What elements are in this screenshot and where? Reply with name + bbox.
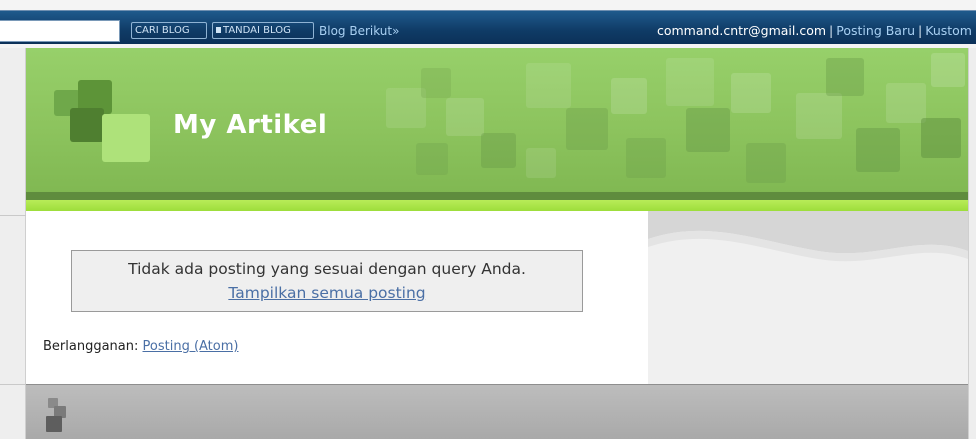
header-pattern-square — [526, 148, 556, 178]
next-blog-link[interactable]: Blog Berikut» — [319, 23, 399, 39]
gutter-divider — [0, 215, 26, 216]
flag-icon — [216, 27, 221, 33]
header-pattern-square — [666, 58, 714, 106]
header-pattern-square — [731, 73, 771, 113]
sidebar — [648, 211, 968, 384]
header-pattern-square — [796, 93, 842, 139]
header-pattern-square — [416, 143, 448, 175]
blog-header — [26, 48, 968, 200]
separator: | — [829, 23, 834, 38]
subscribe-line: Berlangganan: Posting (Atom) — [43, 339, 238, 354]
show-all-posts-link[interactable]: Tampilkan semua posting — [72, 284, 582, 302]
header-divider — [26, 192, 968, 200]
header-pattern-square — [421, 68, 451, 98]
customize-link[interactable]: Kustom — [925, 23, 972, 38]
search-input[interactable] — [0, 20, 120, 42]
footer — [26, 384, 968, 439]
search-blog-label: CARI BLOG — [135, 25, 190, 36]
user-email: command.cntr@gmail.com — [656, 23, 827, 38]
flag-blog-button[interactable]: TANDAI BLOG — [212, 22, 314, 39]
header-pattern-square — [826, 58, 864, 96]
header-pattern-square — [611, 78, 647, 114]
header-pattern-square — [686, 108, 730, 152]
new-post-link[interactable]: Posting Baru — [836, 23, 915, 38]
header-pattern-square — [856, 128, 900, 172]
header-pattern-square — [386, 88, 426, 128]
header-pattern-square — [566, 108, 608, 150]
subscribe-label: Berlangganan: — [43, 339, 139, 354]
gutter-divider — [0, 384, 26, 385]
header-pattern-square — [931, 53, 965, 87]
separator: | — [918, 23, 923, 38]
header-accent-strip — [26, 200, 968, 211]
search-blog-button[interactable]: CARI BLOG — [131, 22, 207, 39]
left-gutter — [0, 48, 26, 439]
blog-title[interactable]: My Artikel — [173, 110, 327, 140]
header-pattern-square — [526, 63, 571, 108]
header-pattern-square — [921, 118, 961, 158]
header-pattern-square — [886, 83, 926, 123]
no-posts-message: Tidak ada posting yang sesuai dengan que… — [128, 260, 526, 278]
no-posts-message-box: Tidak ada posting yang sesuai dengan que… — [71, 250, 583, 312]
sidebar-wave-decoration — [648, 211, 968, 384]
navbar-user-links: command.cntr@gmail.com | Posting Baru | Kust… — [657, 23, 972, 39]
header-pattern-square — [446, 98, 484, 136]
header-pattern-square — [626, 138, 666, 178]
right-gutter — [968, 48, 976, 439]
header-pattern-square — [746, 143, 786, 183]
header-pattern-square — [481, 133, 516, 168]
flag-blog-label: TANDAI BLOG — [223, 25, 291, 36]
atom-feed-link[interactable]: Posting (Atom) — [143, 339, 239, 354]
footer-divider — [26, 384, 968, 385]
